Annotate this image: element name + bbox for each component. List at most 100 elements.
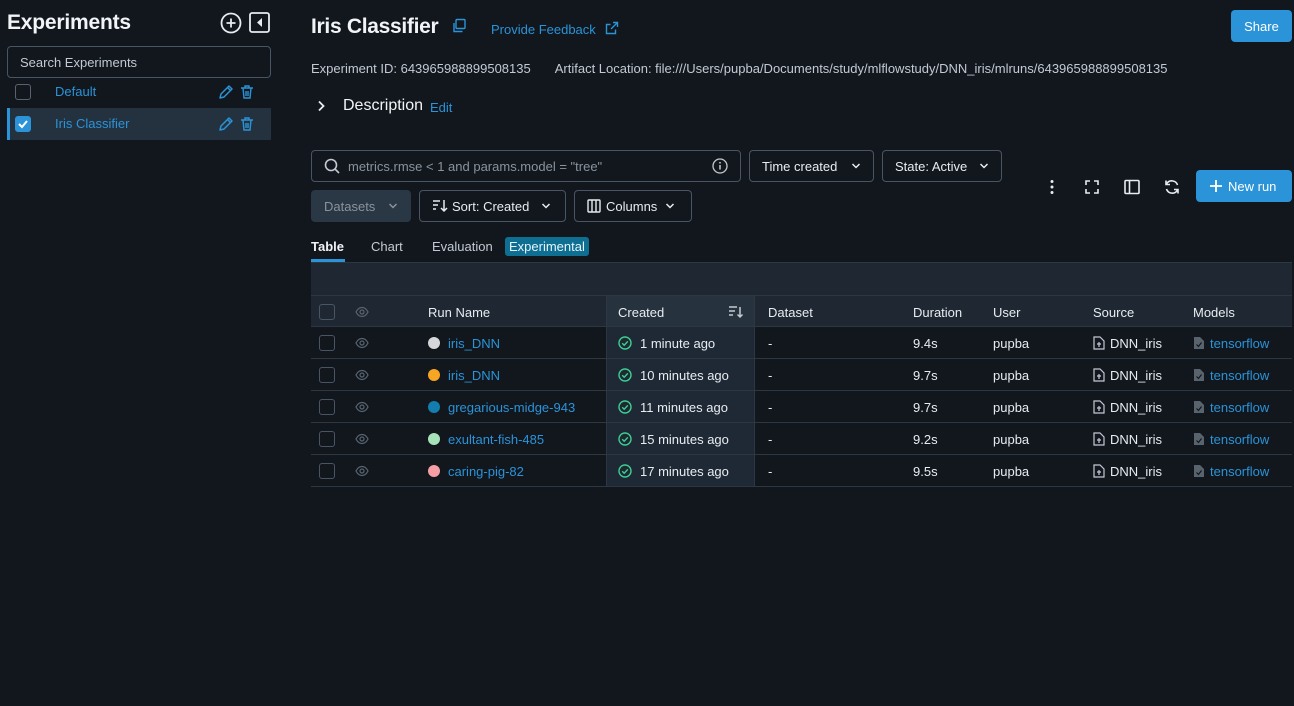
- sort-icon[interactable]: [728, 305, 744, 319]
- column-header-run-name[interactable]: Run Name: [428, 296, 490, 328]
- created-cell: 11 minutes ago: [618, 391, 728, 423]
- new-run-label: New run: [1228, 178, 1277, 194]
- external-link-button[interactable]: [605, 21, 619, 35]
- run-color-dot[interactable]: [428, 433, 440, 445]
- fullscreen-button[interactable]: [1083, 178, 1101, 196]
- sort-label: Sort: Created: [452, 198, 530, 214]
- source-text[interactable]: DNN_iris: [1110, 464, 1162, 479]
- copy-button[interactable]: [451, 18, 467, 34]
- experiment-item-iris-classifier[interactable]: Iris Classifier: [7, 108, 271, 140]
- tab-evaluation[interactable]: Evaluation: [432, 239, 493, 254]
- row-checkbox[interactable]: [319, 399, 335, 415]
- row-checkbox[interactable]: [319, 463, 335, 479]
- created-text[interactable]: 10 minutes ago: [640, 368, 729, 383]
- search-experiments-input[interactable]: [7, 46, 271, 78]
- model-link[interactable]: tensorflow: [1210, 368, 1269, 383]
- edit-experiment-button[interactable]: [218, 84, 234, 100]
- run-name-link[interactable]: caring-pig-82: [448, 464, 524, 479]
- model-link[interactable]: tensorflow: [1210, 336, 1269, 351]
- run-color-dot[interactable]: [428, 465, 440, 477]
- row-checkbox[interactable]: [319, 335, 335, 351]
- column-group-header: [311, 262, 1292, 295]
- table-row[interactable]: caring-pig-82 17 minutes ago - 9.5s pupb…: [311, 455, 1292, 487]
- created-text[interactable]: 11 minutes ago: [640, 400, 728, 415]
- user-cell: pupba: [993, 431, 1030, 447]
- source-text[interactable]: DNN_iris: [1110, 400, 1162, 415]
- model-link[interactable]: tensorflow: [1210, 464, 1269, 479]
- created-text[interactable]: 17 minutes ago: [640, 464, 729, 479]
- state-dropdown[interactable]: State: Active: [882, 150, 1002, 182]
- check-circle-icon: [618, 336, 632, 350]
- edit-experiment-button[interactable]: [218, 116, 234, 132]
- delete-experiment-button[interactable]: [240, 84, 254, 100]
- experiments-sidebar: Experiments Default Iris Classifier: [0, 0, 278, 706]
- run-filter-input[interactable]: [348, 158, 708, 174]
- source-text[interactable]: DNN_iris: [1110, 368, 1162, 383]
- pencil-icon: [219, 117, 233, 131]
- run-filter-box[interactable]: [311, 150, 741, 182]
- experiment-item-default[interactable]: Default: [7, 76, 271, 108]
- row-checkbox[interactable]: [319, 367, 335, 383]
- run-color-dot[interactable]: [428, 401, 440, 413]
- delete-experiment-button[interactable]: [240, 116, 254, 132]
- eye-icon[interactable]: [355, 337, 369, 349]
- run-name-link[interactable]: iris_DNN: [448, 368, 500, 383]
- columns-dropdown[interactable]: Columns: [574, 190, 692, 222]
- eye-icon[interactable]: [355, 465, 369, 477]
- created-text[interactable]: 1 minute ago: [640, 336, 715, 351]
- table-row[interactable]: iris_DNN 1 minute ago - 9.4s pupba DNN_i…: [311, 327, 1292, 359]
- time-created-dropdown[interactable]: Time created: [749, 150, 874, 182]
- tab-table[interactable]: Table: [311, 239, 344, 254]
- run-color-dot[interactable]: [428, 337, 440, 349]
- eye-icon[interactable]: [355, 401, 369, 413]
- table-row[interactable]: exultant-fish-485 15 minutes ago - 9.2s …: [311, 423, 1292, 455]
- eye-icon[interactable]: [355, 369, 369, 381]
- experiment-checkbox[interactable]: [15, 116, 31, 132]
- column-header-created[interactable]: Created: [618, 296, 664, 328]
- eye-icon[interactable]: [355, 433, 369, 445]
- experiment-checkbox[interactable]: [15, 84, 31, 100]
- table-row[interactable]: iris_DNN 10 minutes ago - 9.7s pupba DNN…: [311, 359, 1292, 391]
- source-text[interactable]: DNN_iris: [1110, 336, 1162, 351]
- more-options-button[interactable]: [1043, 178, 1061, 196]
- provide-feedback-link[interactable]: Provide Feedback: [491, 22, 596, 37]
- source-text[interactable]: DNN_iris: [1110, 432, 1162, 447]
- run-color-dot[interactable]: [428, 369, 440, 381]
- checkmark-icon: [18, 120, 28, 129]
- experiment-label[interactable]: Iris Classifier: [55, 116, 129, 131]
- run-name-link[interactable]: iris_DNN: [448, 336, 500, 351]
- info-icon[interactable]: [712, 158, 728, 174]
- datasets-dropdown[interactable]: Datasets: [311, 190, 411, 222]
- created-text[interactable]: 15 minutes ago: [640, 432, 729, 447]
- model-link[interactable]: tensorflow: [1210, 432, 1269, 447]
- run-name-link[interactable]: gregarious-midge-943: [448, 400, 575, 415]
- description-heading: Description: [343, 97, 424, 114]
- eye-icon[interactable]: [355, 306, 369, 318]
- toggle-side-panel-button[interactable]: [1123, 178, 1141, 196]
- experiment-label[interactable]: Default: [55, 84, 96, 99]
- select-all-checkbox[interactable]: [319, 304, 335, 320]
- refresh-button[interactable]: [1163, 178, 1181, 196]
- fullscreen-icon: [1085, 180, 1099, 194]
- collapse-sidebar-button[interactable]: [249, 12, 270, 33]
- table-row[interactable]: gregarious-midge-943 11 minutes ago - 9.…: [311, 391, 1292, 423]
- new-run-button[interactable]: New run: [1196, 170, 1292, 202]
- expand-description-button[interactable]: [315, 99, 327, 113]
- dataset-cell: -: [768, 367, 773, 383]
- column-header-duration[interactable]: Duration: [913, 296, 962, 328]
- tab-chart[interactable]: Chart: [371, 239, 403, 254]
- sort-dropdown[interactable]: Sort: Created: [419, 190, 566, 222]
- row-checkbox[interactable]: [319, 431, 335, 447]
- source-cell: DNN_iris: [1093, 327, 1162, 359]
- column-header-source[interactable]: Source: [1093, 296, 1134, 328]
- model-icon: [1194, 369, 1204, 381]
- source-icon: [1093, 400, 1105, 414]
- edit-description-link[interactable]: Edit: [430, 100, 452, 115]
- run-name-link[interactable]: exultant-fish-485: [448, 432, 544, 447]
- column-header-user[interactable]: User: [993, 296, 1020, 328]
- column-header-models[interactable]: Models: [1193, 296, 1235, 328]
- share-button[interactable]: Share: [1231, 10, 1292, 42]
- column-header-dataset[interactable]: Dataset: [768, 296, 813, 328]
- add-experiment-button[interactable]: [220, 12, 242, 34]
- model-link[interactable]: tensorflow: [1210, 400, 1269, 415]
